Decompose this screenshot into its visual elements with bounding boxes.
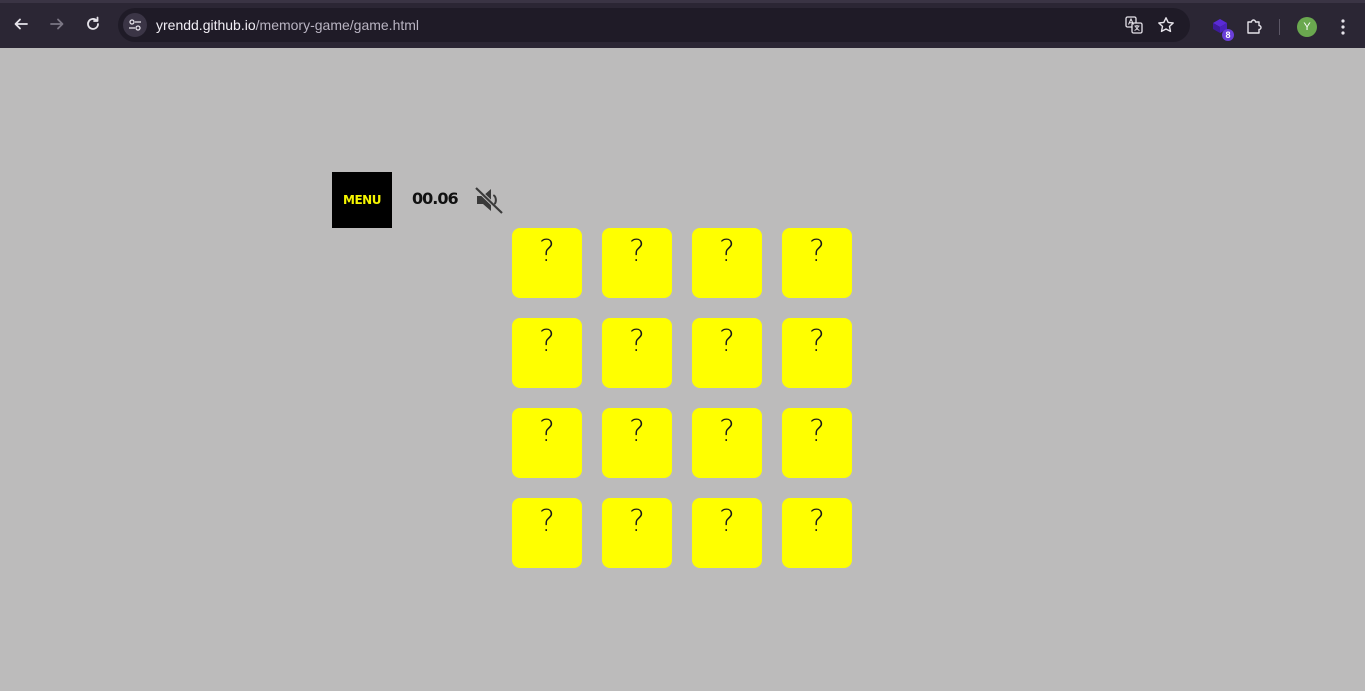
memory-card[interactable]: ? (782, 408, 852, 478)
memory-card[interactable]: ? (602, 408, 672, 478)
reload-icon (87, 16, 99, 30)
card-face-label: ? (539, 324, 555, 359)
volume-muted-icon (474, 186, 504, 215)
memory-card[interactable]: ? (692, 318, 762, 388)
extension-button[interactable]: 8 (1208, 14, 1234, 41)
sound-toggle-button[interactable] (473, 184, 505, 216)
memory-card[interactable]: ? (602, 498, 672, 568)
card-face-label: ? (719, 234, 735, 269)
puzzle-icon (1247, 19, 1262, 34)
more-vert-icon (1341, 19, 1345, 35)
back-arrow-icon (14, 18, 28, 30)
extension-badge: 8 (1222, 29, 1234, 41)
memory-card[interactable]: ? (692, 228, 762, 298)
memory-card[interactable]: ? (692, 408, 762, 478)
card-face-label: ? (539, 234, 555, 269)
forward-arrow-icon (50, 18, 64, 30)
url-path: /memory-game/game.html (255, 17, 420, 33)
card-face-label: ? (719, 414, 735, 449)
forward-button[interactable] (44, 11, 70, 37)
memory-card[interactable]: ? (782, 228, 852, 298)
memory-card[interactable]: ? (602, 318, 672, 388)
translate-icon (1125, 16, 1143, 34)
card-face-label: ? (629, 414, 645, 449)
memory-card[interactable]: ? (692, 498, 762, 568)
menu-button[interactable]: MENU (332, 172, 392, 228)
memory-card[interactable]: ? (512, 318, 582, 388)
tune-icon (129, 19, 141, 31)
back-button[interactable] (8, 11, 34, 37)
card-face-label: ? (719, 324, 735, 359)
card-face-label: ? (629, 324, 645, 359)
card-face-label: ? (719, 504, 735, 539)
url-host: yrendd.github.io (156, 17, 256, 33)
browser-menu-button[interactable] (1333, 17, 1353, 37)
card-face-label: ? (629, 234, 645, 269)
card-face-label: ? (539, 414, 555, 449)
card-face-label: ? (809, 234, 825, 269)
extensions-menu-button[interactable] (1242, 14, 1266, 38)
card-grid: ???????????????? (512, 228, 852, 568)
card-face-label: ? (809, 504, 825, 539)
game-timer: 00.06 (412, 189, 459, 208)
toolbar-divider (1279, 19, 1280, 35)
memory-card[interactable]: ? (602, 228, 672, 298)
browser-toolbar: yrendd.github.io/memory-game/game.html 8… (0, 0, 1365, 48)
site-info-button[interactable] (123, 13, 147, 37)
address-bar[interactable]: yrendd.github.io/memory-game/game.html (118, 8, 1190, 42)
card-face-label: ? (629, 504, 645, 539)
memory-card[interactable]: ? (782, 498, 852, 568)
memory-card[interactable]: ? (512, 228, 582, 298)
star-icon (1158, 17, 1174, 33)
memory-card[interactable]: ? (512, 408, 582, 478)
reload-button[interactable] (80, 11, 106, 37)
card-face-label: ? (809, 324, 825, 359)
card-face-label: ? (809, 414, 825, 449)
memory-card[interactable]: ? (512, 498, 582, 568)
translate-button[interactable] (1124, 15, 1144, 35)
card-face-label: ? (539, 504, 555, 539)
url-text[interactable]: yrendd.github.io/memory-game/game.html (156, 17, 419, 33)
memory-card[interactable]: ? (782, 318, 852, 388)
bookmark-button[interactable] (1156, 15, 1176, 35)
profile-avatar[interactable]: Y (1297, 17, 1317, 37)
